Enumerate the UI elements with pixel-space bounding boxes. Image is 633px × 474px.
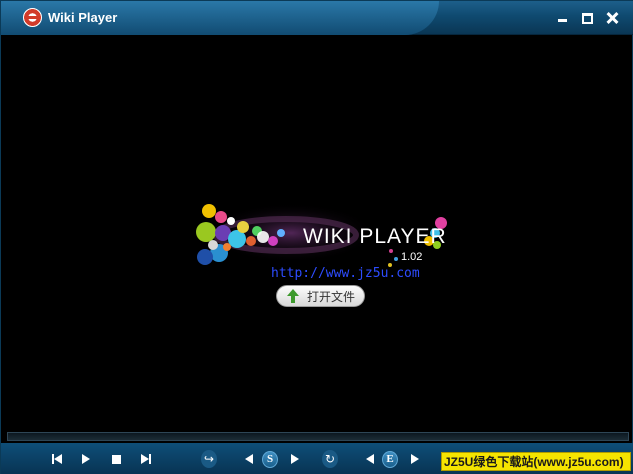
maximize-icon: [581, 12, 593, 24]
subtitle-button[interactable]: S: [262, 450, 278, 468]
title-bar[interactable]: Wiki Player: [1, 1, 633, 35]
effect-button[interactable]: E: [382, 450, 398, 468]
repeat-icon: ↪: [201, 450, 217, 468]
stop-icon: [111, 454, 121, 464]
open-file-label: 打开文件: [307, 289, 356, 304]
rotate-button[interactable]: ↻: [322, 450, 338, 468]
next-icon: [149, 454, 151, 464]
player-window: Wiki Player WIKI PLAYER 1.02 http://www.…: [0, 0, 633, 474]
logo-version: 1.02: [401, 251, 423, 263]
next-button[interactable]: [138, 451, 154, 467]
close-button[interactable]: [604, 10, 620, 26]
next-arrow-icon: [141, 454, 149, 464]
rotate-icon: ↻: [322, 450, 338, 468]
effect-prev-button[interactable]: [362, 451, 378, 467]
previous-arrow-icon: [54, 454, 62, 464]
play-button[interactable]: [78, 451, 94, 467]
video-area[interactable]: WIKI PLAYER 1.02 http://www.jz5u.com 打开文…: [3, 36, 632, 428]
subtitle-next-button[interactable]: [287, 451, 303, 467]
effect-next-button[interactable]: [407, 451, 423, 467]
splash-logo: WIKI PLAYER 1.02 http://www.jz5u.com 打开文…: [191, 201, 451, 331]
subtitle-prev-icon: [245, 454, 253, 464]
subtitle-next-icon: [291, 454, 299, 464]
subtitle-prev-button[interactable]: [241, 451, 257, 467]
open-file-button[interactable]: 打开文件: [276, 285, 365, 307]
minimize-icon: [557, 19, 567, 22]
app-logo-icon[interactable]: [23, 8, 42, 27]
previous-button[interactable]: [49, 451, 65, 467]
effect-prev-icon: [366, 454, 374, 464]
repeat-mode-button[interactable]: ↪: [201, 450, 217, 468]
watermark-banner: JZ5U绿色下载站(www.jz5u.com): [441, 452, 631, 471]
effect-next-icon: [411, 454, 419, 464]
logo-name: WIKI PLAYER: [303, 225, 447, 248]
seek-bar[interactable]: [7, 432, 629, 441]
stop-button[interactable]: [108, 451, 124, 467]
maximize-button[interactable]: [579, 10, 595, 26]
effect-icon: E: [382, 450, 398, 468]
upload-arrow-icon: [285, 288, 301, 304]
window-title: Wiki Player: [48, 10, 118, 25]
minimize-button[interactable]: [554, 10, 570, 26]
subtitle-icon: S: [262, 450, 278, 468]
play-icon: [82, 454, 90, 464]
close-icon: [606, 12, 618, 24]
website-link[interactable]: http://www.jz5u.com: [271, 266, 420, 281]
